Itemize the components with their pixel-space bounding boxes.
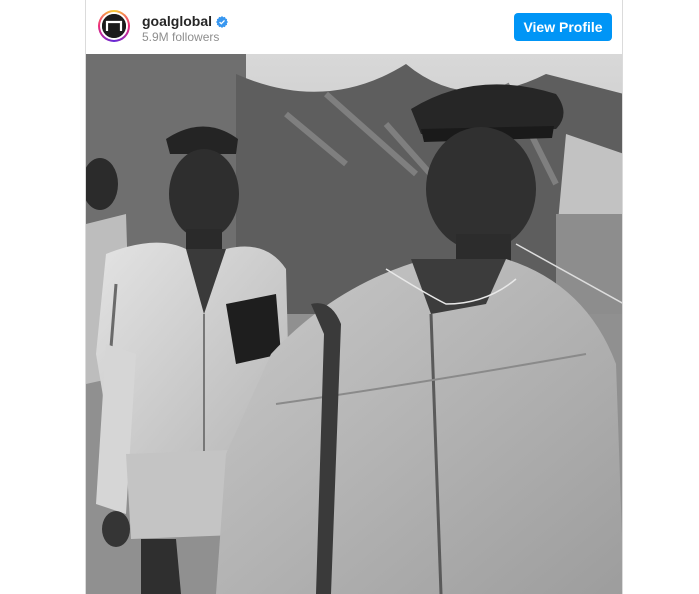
embedded-post-card: goalglobal 5.9M followers View Profile (85, 0, 623, 594)
view-profile-button[interactable]: View Profile (514, 13, 612, 41)
username-link[interactable]: goalglobal (142, 12, 212, 30)
post-header: goalglobal 5.9M followers View Profile (86, 0, 622, 54)
followers-count: 5.9M followers (142, 30, 220, 44)
verified-badge-icon (216, 15, 228, 28)
profile-avatar[interactable] (98, 10, 130, 42)
goal-logo-icon (102, 14, 126, 38)
post-photo[interactable] (86, 54, 622, 594)
